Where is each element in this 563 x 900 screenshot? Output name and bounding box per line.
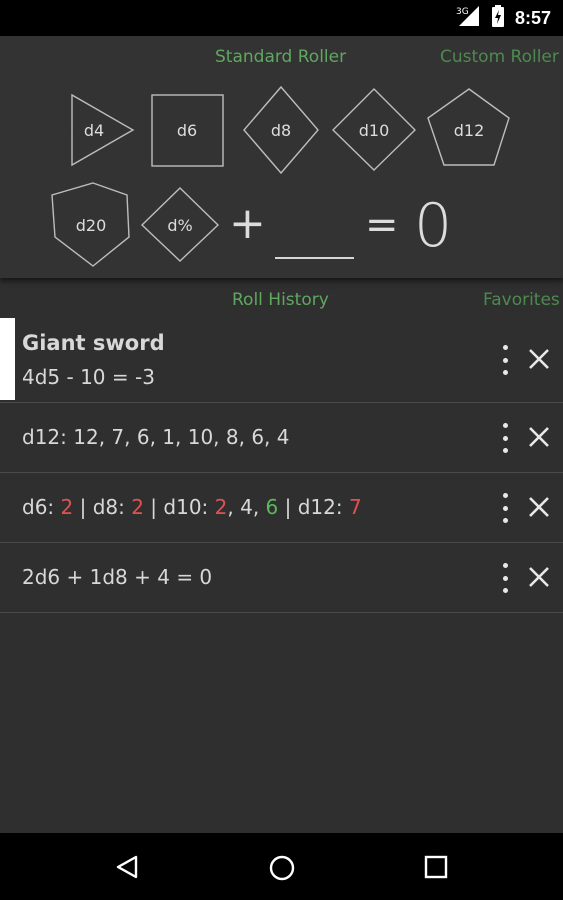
close-icon[interactable]: [527, 565, 551, 593]
equals-sign: =: [365, 202, 399, 248]
back-icon[interactable]: [114, 854, 140, 884]
more-options-icon[interactable]: [498, 423, 512, 453]
die-d4-button[interactable]: d4: [71, 93, 135, 167]
roll-result: 0: [414, 191, 453, 261]
close-icon[interactable]: [527, 425, 551, 453]
svg-text:d6: d6: [177, 121, 197, 140]
svg-text:d%: d%: [167, 216, 192, 235]
svg-text:d4: d4: [84, 121, 104, 140]
signal-icon: 3G: [455, 4, 481, 33]
modifier-input[interactable]: [275, 211, 354, 251]
navigation-bar: [0, 833, 563, 900]
home-icon[interactable]: [268, 854, 296, 886]
history-row[interactable]: Giant sword 4d5 - 10 = -3: [0, 318, 563, 403]
status-clock: 8:57: [514, 7, 551, 28]
die-d20-button[interactable]: d20: [51, 182, 130, 267]
svg-text:d8: d8: [271, 121, 291, 140]
more-options-icon[interactable]: [498, 563, 512, 593]
history-row-text: d12: 12, 7, 6, 1, 10, 8, 6, 4: [22, 425, 290, 449]
svg-text:d12: d12: [454, 121, 485, 140]
history-row-title: Giant sword: [22, 331, 165, 355]
history-row-text: 2d6 + 1d8 + 4 = 0: [22, 565, 213, 589]
close-icon[interactable]: [527, 347, 551, 375]
svg-text:d10: d10: [359, 121, 390, 140]
history-row-text: 4d5 - 10 = -3: [22, 365, 155, 389]
dice-roller-panel: Standard Roller Custom Roller d4 d6 d8 d…: [0, 36, 563, 278]
svg-text:d20: d20: [76, 216, 107, 235]
die-percent-button[interactable]: d%: [140, 187, 220, 262]
history-row[interactable]: d12: 12, 7, 6, 1, 10, 8, 6, 4: [0, 403, 563, 473]
history-row[interactable]: 2d6 + 1d8 + 4 = 0: [0, 543, 563, 613]
selected-indicator: [0, 318, 15, 400]
die-d6-button[interactable]: d6: [151, 94, 224, 167]
modifier-underline: [275, 257, 354, 259]
plus-sign: +: [229, 198, 266, 249]
die-d8-button[interactable]: d8: [243, 85, 319, 175]
tab-favorites[interactable]: Favorites: [483, 290, 560, 310]
status-bar: 3G 8:57: [0, 0, 563, 36]
die-d12-button[interactable]: d12: [427, 88, 510, 166]
more-options-icon[interactable]: [498, 345, 512, 375]
tab-roll-history[interactable]: Roll History: [232, 290, 329, 310]
network-label: 3G: [456, 7, 469, 17]
die-d10-button[interactable]: d10: [332, 88, 416, 171]
more-options-icon[interactable]: [498, 493, 512, 523]
history-row-text: d6: 2 | d8: 2 | d10: 2, 4, 6 | d12: 7: [22, 495, 362, 519]
close-icon[interactable]: [527, 495, 551, 523]
battery-icon: [491, 4, 505, 33]
history-row[interactable]: d6: 2 | d8: 2 | d10: 2, 4, 6 | d12: 7: [0, 473, 563, 543]
recents-icon[interactable]: [424, 855, 448, 883]
